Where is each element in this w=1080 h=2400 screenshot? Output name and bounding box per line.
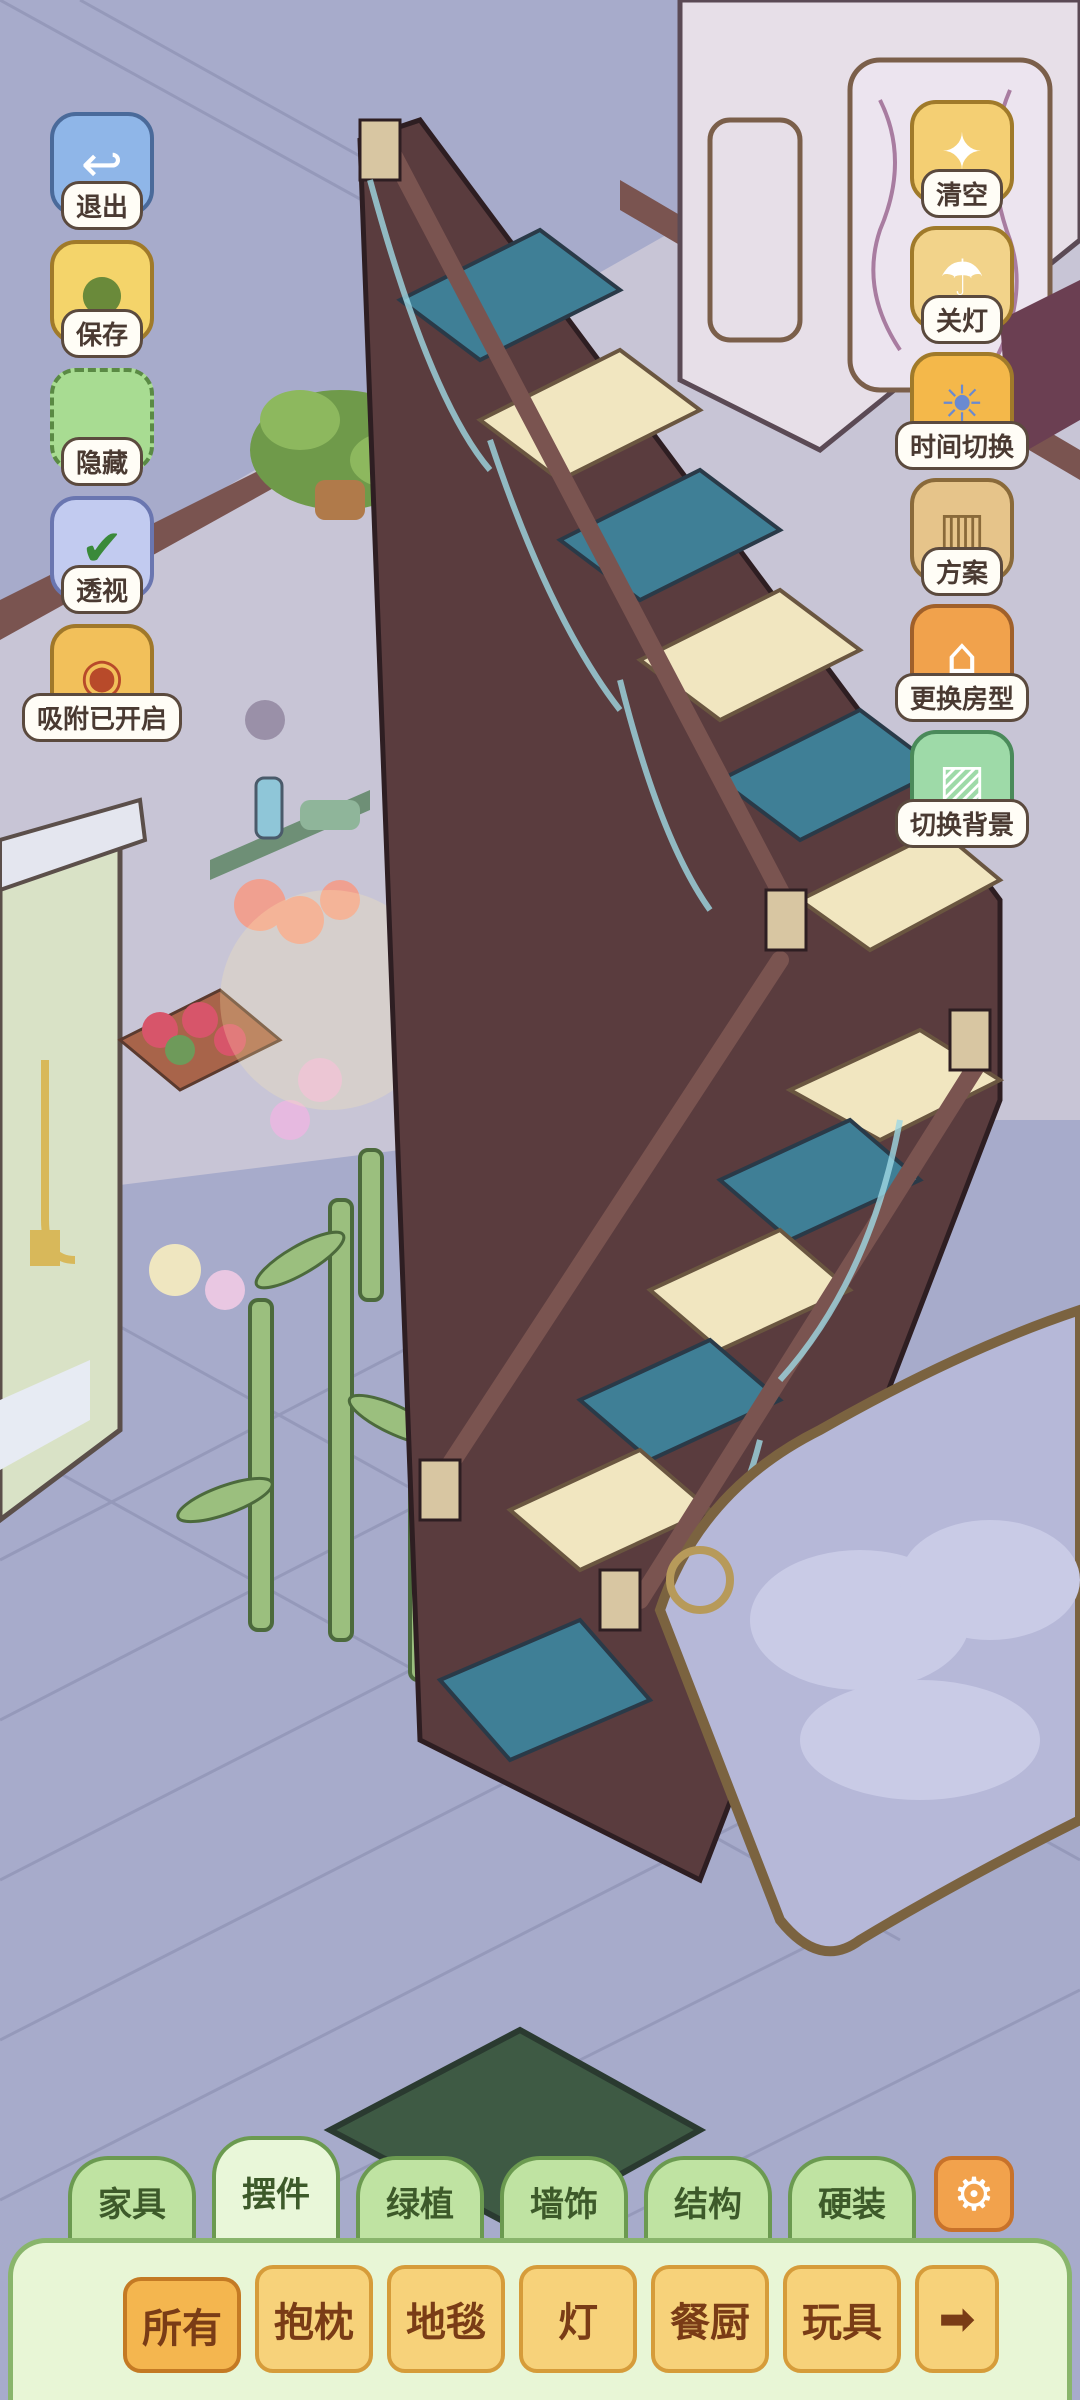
plan-button[interactable]: ▥ 方案: [902, 478, 1022, 596]
plan-label: 方案: [920, 547, 1003, 596]
tab-structure[interactable]: 结构: [644, 2156, 772, 2242]
save-button[interactable]: ● 保存: [42, 240, 162, 358]
chip-rug[interactable]: 地毯: [387, 2265, 505, 2373]
perspective-label: 透视: [60, 565, 143, 614]
chip-toy[interactable]: 玩具: [783, 2265, 901, 2373]
chip-pillow[interactable]: 抱枕: [255, 2265, 373, 2373]
tab-ornaments[interactable]: 摆件: [212, 2136, 340, 2242]
perspective-button[interactable]: ✔ 透视: [42, 496, 162, 614]
switch-background-label: 切换背景: [895, 799, 1030, 848]
tab-hardwear[interactable]: 硬装: [788, 2156, 916, 2242]
snap-button[interactable]: ◉ 吸附已开启: [22, 624, 183, 742]
clear-label: 清空: [920, 169, 1003, 218]
next-arrow-icon[interactable]: ➡: [915, 2265, 999, 2373]
clear-button[interactable]: ✦ 清空: [902, 100, 1022, 218]
lights-off-button[interactable]: ☂ 关灯: [902, 226, 1022, 344]
tab-wall-decor[interactable]: 墙饰: [500, 2156, 628, 2242]
exit-button[interactable]: ↩ 退出: [42, 112, 162, 230]
hide-button[interactable]: 隐藏: [42, 368, 162, 486]
chip-kitchen[interactable]: 餐厨: [651, 2265, 769, 2373]
time-switch-button[interactable]: ☀ 时间切换: [895, 352, 1030, 470]
exit-label: 退出: [60, 181, 143, 230]
tab-plants[interactable]: 绿植: [356, 2156, 484, 2242]
switch-background-button[interactable]: ▨ 切换背景: [895, 730, 1030, 848]
snap-label: 吸附已开启: [22, 693, 183, 742]
time-switch-label: 时间切换: [895, 421, 1030, 470]
save-label: 保存: [60, 309, 143, 358]
change-room-button[interactable]: ⌂ 更换房型: [895, 604, 1030, 722]
settings-gear-icon[interactable]: ⚙: [934, 2156, 1014, 2232]
lights-off-label: 关灯: [920, 295, 1003, 344]
chip-all[interactable]: 所有: [123, 2277, 241, 2373]
tab-furniture[interactable]: 家具: [68, 2156, 196, 2242]
category-tray: 所有 抱枕 地毯 灯 餐厨 玩具 ➡: [8, 2238, 1072, 2400]
change-room-label: 更换房型: [895, 673, 1030, 722]
chip-lamp[interactable]: 灯: [519, 2265, 637, 2373]
hide-label: 隐藏: [60, 437, 143, 486]
